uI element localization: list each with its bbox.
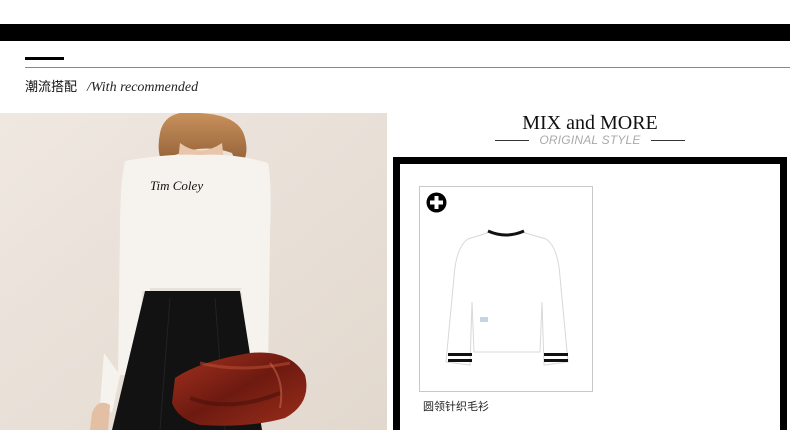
- plus-circle-icon[interactable]: [426, 192, 447, 213]
- sweater-print-text: Tim Coley: [150, 178, 203, 193]
- section-header: 潮流搭配 /With recommended: [25, 76, 199, 95]
- section-subtitle: /With recommended: [87, 80, 199, 95]
- product-name[interactable]: 圆领针织毛衫: [423, 398, 489, 414]
- section-divider: [25, 67, 790, 68]
- divider: [495, 139, 530, 141]
- product-image[interactable]: [420, 187, 592, 391]
- mix-title: MIX and MORE: [522, 112, 658, 134]
- mix-subtitle: ORIGINAL STYLE: [539, 133, 641, 147]
- section-accent-line: [25, 57, 64, 60]
- product-card[interactable]: [419, 186, 593, 392]
- top-banner-bar: [0, 24, 790, 41]
- mix-subtitle-row: ORIGINAL STYLE: [495, 133, 685, 147]
- divider: [650, 139, 685, 141]
- model-photo: Tim Coley: [0, 113, 387, 430]
- section-title: 潮流搭配: [25, 80, 78, 95]
